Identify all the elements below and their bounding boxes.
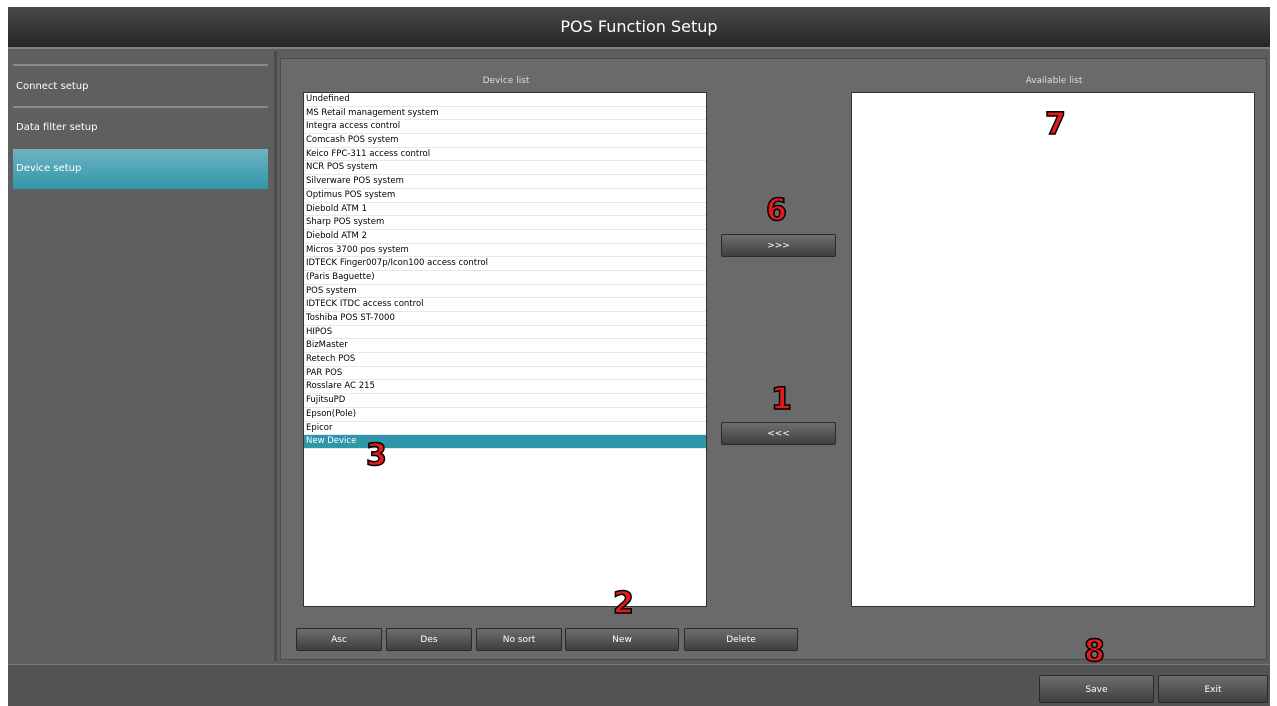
device-list[interactable]: Undefined MS Retail management system Inte…	[303, 92, 707, 607]
device-list-header: Device list	[482, 76, 530, 86]
device-list-item[interactable]: Optimus POS system	[304, 189, 706, 203]
remove-from-available-button[interactable]: <<<	[721, 422, 836, 445]
exit-button[interactable]: Exit	[1158, 675, 1268, 703]
callout-marker-1: 1	[770, 382, 792, 417]
device-list-item[interactable]: MS Retail management system	[304, 107, 706, 121]
device-list-item[interactable]: Rosslare AC 215	[304, 380, 706, 395]
available-list-header: Available list	[1025, 76, 1083, 86]
device-list-item[interactable]: Integra access control	[304, 120, 706, 135]
callout-marker-8: 8	[1083, 634, 1105, 669]
new-device-button[interactable]: New	[565, 628, 679, 651]
device-list-item[interactable]: PAR POS	[304, 367, 706, 381]
sidebar-item-data-filter-setup[interactable]: Data filter setup	[13, 108, 268, 148]
sort-asc-button[interactable]: Asc	[296, 628, 382, 651]
device-list-item[interactable]: Sharp POS system	[304, 216, 706, 230]
device-list-item[interactable]: Keico FPC-311 access control	[304, 148, 706, 162]
sidebar-item-device-setup[interactable]: Device setup	[13, 149, 268, 189]
sort-des-button[interactable]: Des	[386, 628, 472, 651]
device-list-item[interactable]: Epicor	[304, 422, 706, 436]
device-list-item[interactable]: (Paris Baguette)	[304, 271, 706, 285]
available-list[interactable]	[851, 92, 1255, 607]
device-setup-panel: Device list Undefined MS Retail managemen…	[280, 58, 1267, 660]
no-sort-button[interactable]: No sort	[476, 628, 562, 651]
device-list-item[interactable]: Diebold ATM 2	[304, 230, 706, 244]
device-list-item[interactable]: Undefined	[304, 93, 706, 107]
save-button[interactable]: Save	[1039, 675, 1154, 703]
device-list-item[interactable]: Comcash POS system	[304, 134, 706, 148]
device-list-item[interactable]: New Device	[304, 435, 706, 449]
sidebar-item-connect-setup[interactable]: Connect setup	[13, 67, 268, 107]
device-list-item[interactable]: BizMaster	[304, 339, 706, 354]
callout-marker-7: 7	[1044, 107, 1066, 142]
delete-device-button[interactable]: Delete	[684, 628, 798, 651]
device-list-item[interactable]: HIPOS	[304, 326, 706, 340]
device-list-item[interactable]: Micros 3700 pos system	[304, 244, 706, 258]
device-list-item[interactable]: Toshiba POS ST-7000	[304, 312, 706, 326]
sidebar-separator	[13, 64, 268, 66]
sidebar: Connect setup Data filter setup Device s…	[8, 51, 277, 661]
add-to-available-button[interactable]: >>>	[721, 234, 836, 257]
device-list-item[interactable]: FujitsuPD	[304, 394, 706, 408]
device-list-item[interactable]: IDTECK ITDC access control	[304, 298, 706, 312]
device-list-item[interactable]: IDTECK Finger007p/Icon100 access control	[304, 257, 706, 271]
device-list-item[interactable]: Silverware POS system	[304, 175, 706, 189]
callout-marker-2: 2	[612, 586, 634, 621]
callout-marker-6: 6	[765, 193, 787, 228]
device-list-item[interactable]: NCR POS system	[304, 161, 706, 176]
device-list-item[interactable]: POS system	[304, 285, 706, 299]
callout-marker-3: 3	[365, 438, 387, 473]
device-list-item[interactable]: Diebold ATM 1	[304, 203, 706, 217]
pos-function-setup-window: POS Function Setup Connect setup Data fi…	[8, 7, 1270, 706]
bottom-bar: Save Exit	[8, 664, 1270, 706]
window-title: POS Function Setup	[8, 7, 1270, 49]
device-list-item[interactable]: Retech POS	[304, 353, 706, 367]
device-list-item[interactable]: Epson(Pole)	[304, 408, 706, 422]
